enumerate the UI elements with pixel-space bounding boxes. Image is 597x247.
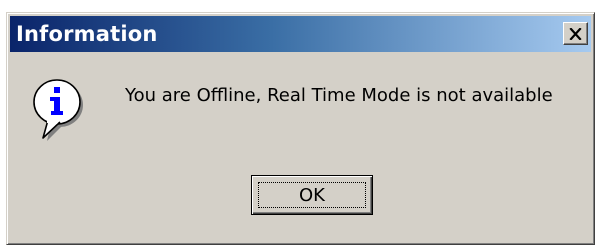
ok-button-label: OK (299, 184, 325, 206)
close-button[interactable] (563, 22, 588, 45)
dialog-titlebar[interactable]: Information (10, 16, 591, 52)
ok-button[interactable]: OK (251, 175, 373, 215)
dialog-title: Information (16, 22, 158, 46)
close-icon (569, 27, 582, 40)
information-dialog: Information You are Offline, Real Time M… (6, 12, 595, 245)
info-icon (33, 79, 83, 141)
dialog-message: You are Offline, Real Time Mode is not a… (125, 85, 553, 106)
